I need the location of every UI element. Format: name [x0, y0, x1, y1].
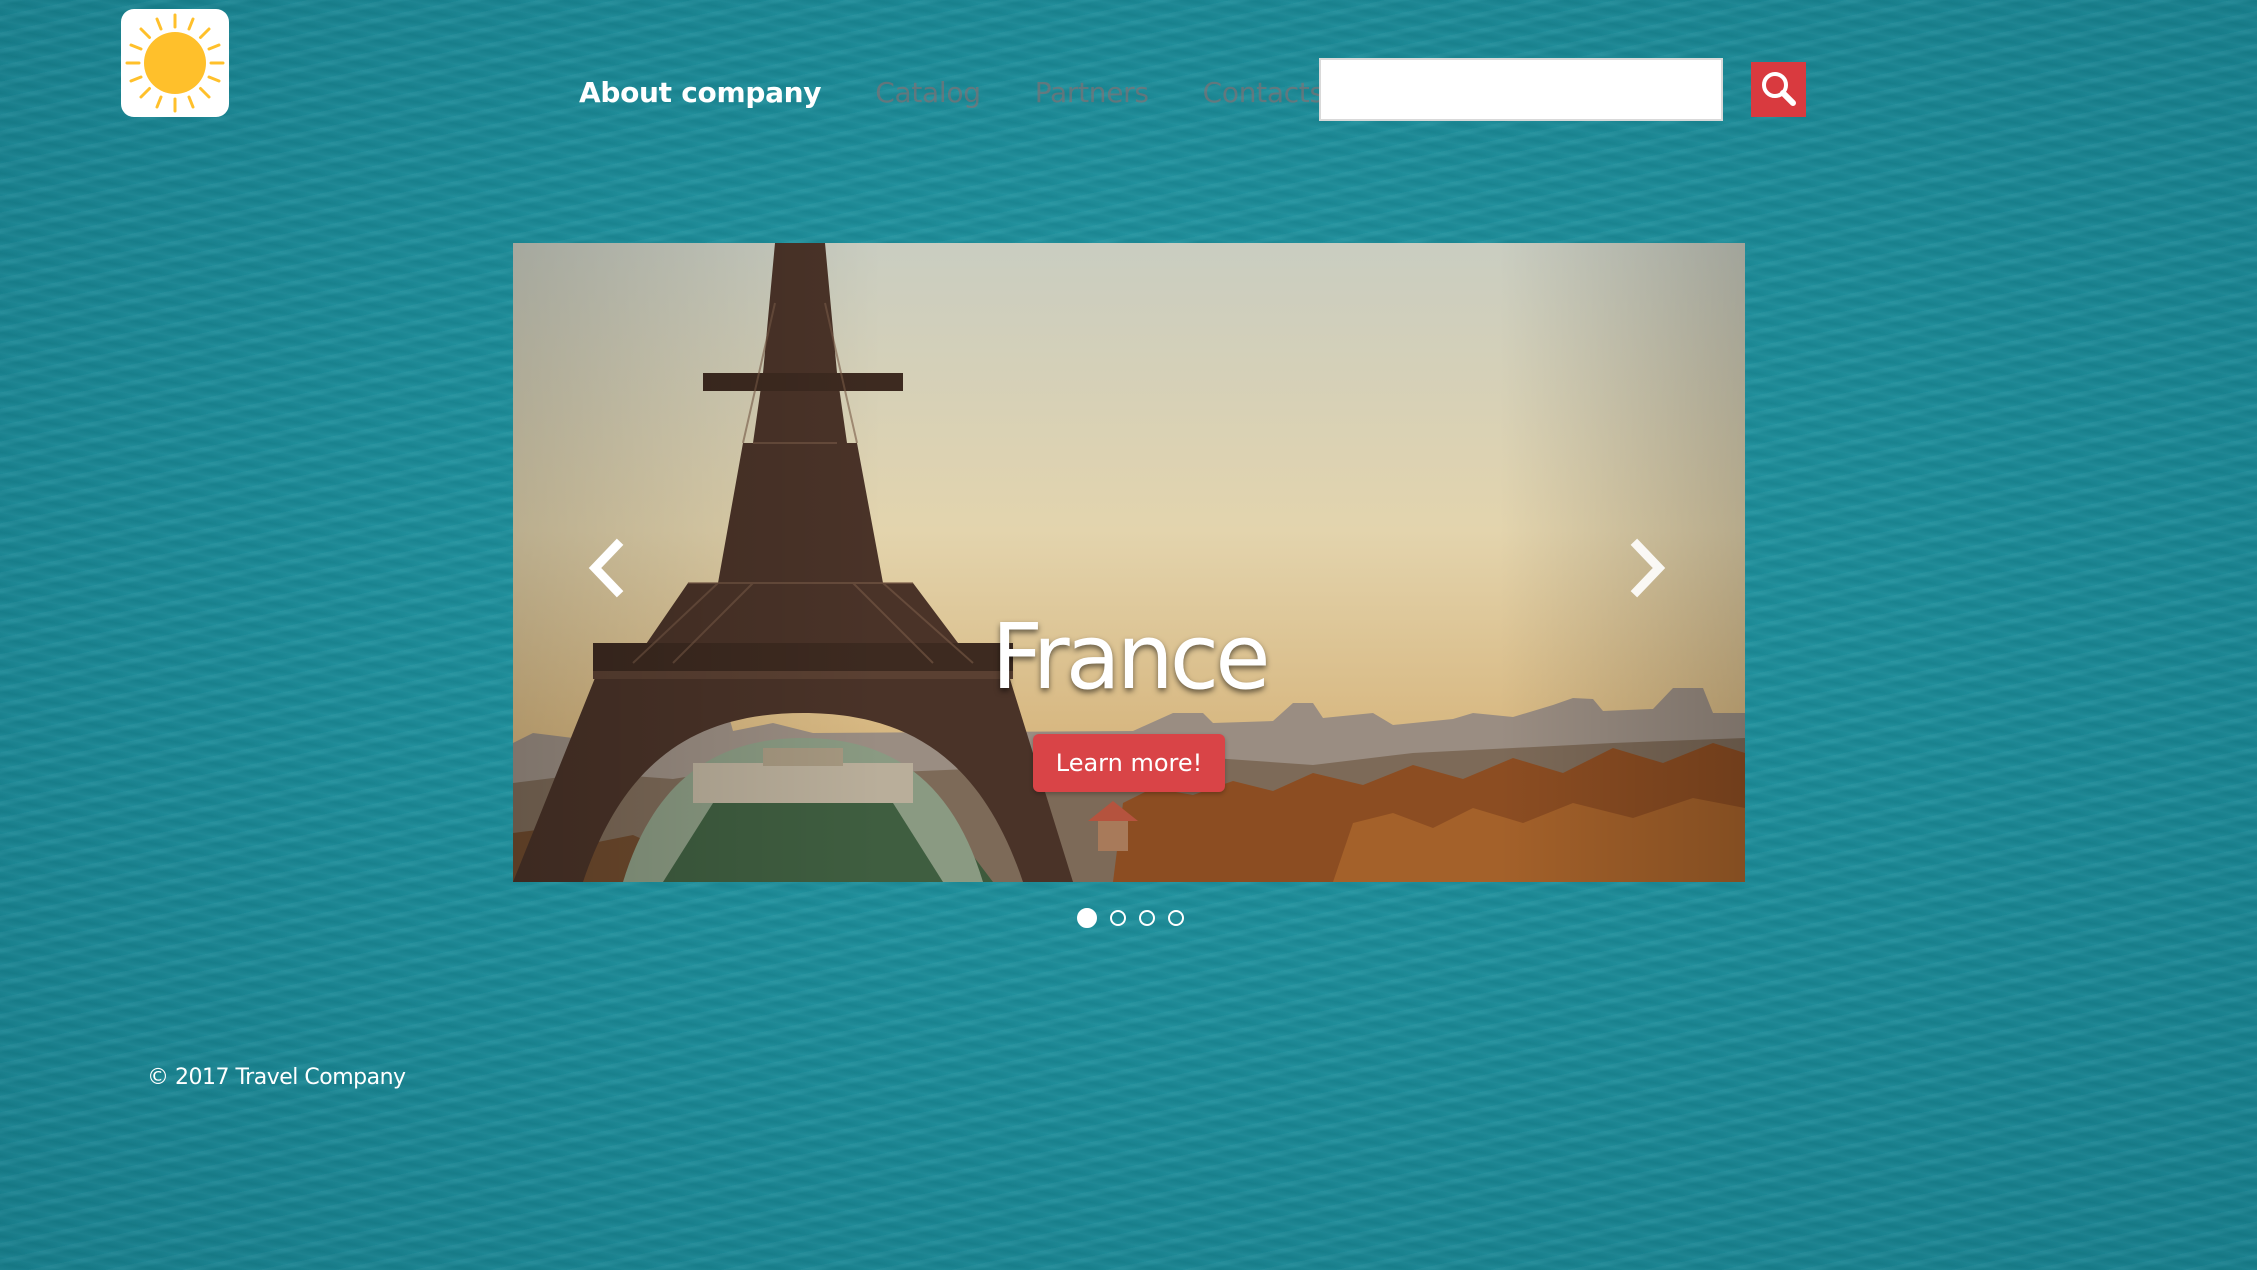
carousel-indicator-4[interactable] [1168, 910, 1184, 926]
carousel-indicators [1077, 907, 1197, 929]
nav-catalog[interactable]: Catalog [875, 76, 981, 109]
chevron-left-icon [588, 538, 624, 598]
search-button[interactable] [1751, 62, 1806, 117]
search-input[interactable] [1319, 58, 1723, 121]
nav-about-company[interactable]: About company [579, 76, 822, 109]
carousel-next-button[interactable] [1611, 533, 1681, 603]
carousel-indicator-2[interactable] [1110, 910, 1126, 926]
logo[interactable] [121, 9, 229, 117]
sun-icon [125, 13, 225, 113]
slide-title: France [991, 605, 1270, 710]
search-icon [1762, 72, 1796, 106]
carousel-indicator-3[interactable] [1139, 910, 1155, 926]
carousel-indicator-1[interactable] [1077, 908, 1097, 928]
chevron-right-icon [1630, 538, 1666, 598]
hero-carousel: France Learn more! [513, 243, 1745, 882]
carousel-prev-button[interactable] [573, 533, 643, 603]
nav-contacts[interactable]: Contacts [1203, 76, 1324, 109]
main-nav: About company Catalog Partners Contacts [579, 68, 1378, 116]
learn-more-button[interactable]: Learn more! [1033, 734, 1225, 792]
nav-partners[interactable]: Partners [1035, 76, 1149, 109]
footer-copyright: © 2017 Travel Company [147, 1065, 406, 1090]
